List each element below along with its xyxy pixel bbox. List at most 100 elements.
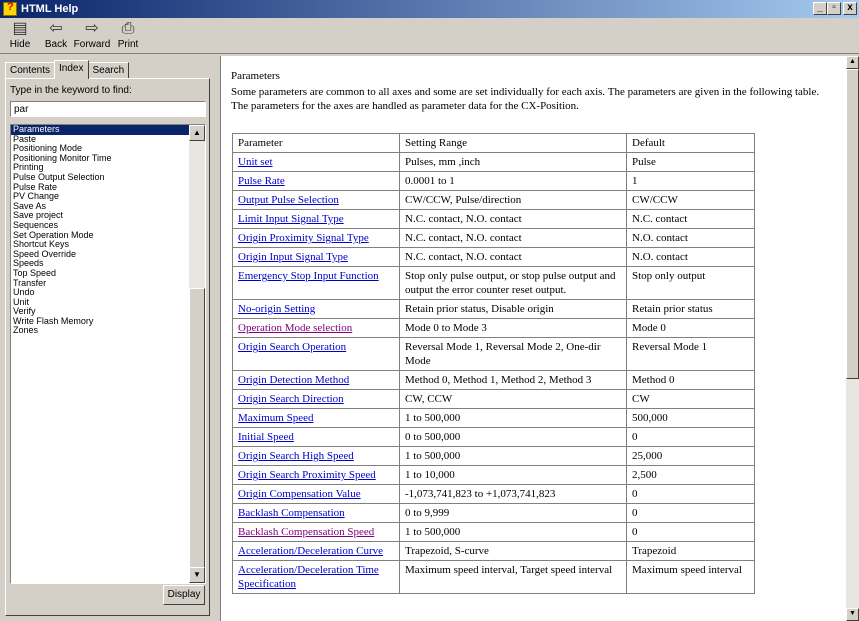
parameter-link[interactable]: Origin Proximity Signal Type xyxy=(238,232,369,244)
parameter-link[interactable]: Limit Input Signal Type xyxy=(238,213,344,225)
close-button[interactable]: x xyxy=(843,2,857,15)
scroll-up-button[interactable]: ▲ xyxy=(189,125,205,141)
maximize-button[interactable]: ▫ xyxy=(827,2,841,15)
table-row: Output Pulse Selection CW/CCW, Pulse/dire… xyxy=(232,190,755,210)
table-row: Maximum Speed 1 to 500,000 500,000 xyxy=(232,408,755,428)
table-row: Origin Search High Speed 1 to 500,000 25,0… xyxy=(232,446,755,466)
tab-index[interactable]: Index xyxy=(54,60,89,79)
parameter-link[interactable]: Initial Speed xyxy=(238,431,294,443)
setting-range-cell: Reversal Mode 1, Reversal Mode 2, One-di… xyxy=(399,337,627,371)
default-cell: CW xyxy=(626,389,755,409)
parameter-link[interactable]: Acceleration/Deceleration Time Specifica… xyxy=(238,564,379,590)
content-scrollbar[interactable]: ▲ ▼ xyxy=(846,56,859,621)
keyword-input[interactable] xyxy=(10,101,206,117)
table-row: Backlash Compensation Speed 1 to 500,000 0 xyxy=(232,522,755,542)
index-list-item[interactable]: Transfer xyxy=(11,278,191,289)
parameter-link[interactable]: Unit set xyxy=(238,156,273,168)
hide-button[interactable]: ▤ Hide xyxy=(2,18,38,52)
setting-range-cell: Maximum speed interval, Target speed int… xyxy=(399,560,627,594)
parameter-cell: Initial Speed xyxy=(232,427,400,447)
table-row: Origin Compensation Value -1,073,741,823 … xyxy=(232,484,755,504)
index-list-item[interactable]: Unit xyxy=(11,297,191,308)
table-row: No-origin Setting Retain prior status, Di… xyxy=(232,299,755,319)
index-list-item[interactable]: Write Flash Memory xyxy=(11,316,191,327)
index-list-item[interactable]: Undo xyxy=(11,287,191,298)
table-row: Initial Speed 0 to 500,000 0 xyxy=(232,427,755,447)
parameter-cell: Origin Proximity Signal Type xyxy=(232,228,400,248)
toolbar: ▤ Hide ⇦ Back ⇨ Forward ⎙ Print xyxy=(0,18,859,54)
parameter-cell: Origin Search Proximity Speed xyxy=(232,465,400,485)
setting-range-cell: 1 to 500,000 xyxy=(399,522,627,542)
table-row: Acceleration/Deceleration Time Specifica… xyxy=(232,560,755,594)
setting-range-cell: 0.0001 to 1 xyxy=(399,171,627,191)
parameter-link[interactable]: Origin Compensation Value xyxy=(238,488,361,500)
parameter-cell: Origin Detection Method xyxy=(232,370,400,390)
parameter-link[interactable]: Emergency Stop Input Function xyxy=(238,270,379,282)
parameter-link[interactable]: Output Pulse Selection xyxy=(238,194,339,206)
parameter-link[interactable]: Origin Search Operation xyxy=(238,341,346,353)
parameter-link[interactable]: Origin Detection Method xyxy=(238,374,349,386)
tab-contents[interactable]: Contents xyxy=(5,62,56,79)
setting-range-cell: N.C. contact, N.O. contact xyxy=(399,209,627,229)
default-cell: Reversal Mode 1 xyxy=(626,337,755,371)
setting-range-cell: Mode 0 to Mode 3 xyxy=(399,318,627,338)
parameter-cell: Backlash Compensation Speed xyxy=(232,522,400,542)
parameter-link[interactable]: Origin Input Signal Type xyxy=(238,251,348,263)
scroll-thumb[interactable] xyxy=(189,288,205,570)
display-button[interactable]: Display xyxy=(163,585,205,605)
table-row: Acceleration/Deceleration Curve Trapezoid… xyxy=(232,541,755,561)
parameter-cell: Backlash Compensation xyxy=(232,503,400,523)
setting-range-cell: Pulses, mm ,inch xyxy=(399,152,627,172)
setting-range-cell: CW/CCW, Pulse/direction xyxy=(399,190,627,210)
parameter-link[interactable]: Origin Search Direction xyxy=(238,393,344,405)
setting-range-cell: 1 to 10,000 xyxy=(399,465,627,485)
content-scroll-up-button[interactable]: ▲ xyxy=(846,56,859,69)
topic-title: Parameters xyxy=(231,70,280,82)
forward-arrow-icon: ⇨ xyxy=(85,20,99,37)
parameter-cell: Origin Compensation Value xyxy=(232,484,400,504)
back-label: Back xyxy=(44,39,68,50)
minimize-button[interactable]: _ xyxy=(813,2,827,15)
back-button[interactable]: ⇦ Back xyxy=(38,18,74,52)
parameter-link[interactable]: No-origin Setting xyxy=(238,303,315,315)
parameter-link[interactable]: Origin Search Proximity Speed xyxy=(238,469,376,481)
parameter-link[interactable]: Backlash Compensation xyxy=(238,507,345,519)
parameter-cell: No-origin Setting xyxy=(232,299,400,319)
default-cell: 2,500 xyxy=(626,465,755,485)
setting-range-cell: 1 to 500,000 xyxy=(399,408,627,428)
index-list-scrollbar[interactable]: ▲ ▼ xyxy=(189,125,205,583)
index-list-item[interactable]: Parameters xyxy=(11,125,191,135)
parameter-cell: Origin Search Operation xyxy=(232,337,400,371)
table-row: Operation Mode selection Mode 0 to Mode 3… xyxy=(232,318,755,338)
index-list-item[interactable]: Zones xyxy=(11,326,191,336)
default-cell: Maximum speed interval xyxy=(626,560,755,594)
content-scroll-thumb[interactable] xyxy=(846,69,859,379)
parameter-table: Parameter Setting Range Default Unit set… xyxy=(232,133,755,594)
setting-range-cell: 0 to 500,000 xyxy=(399,427,627,447)
default-cell: Method 0 xyxy=(626,370,755,390)
scroll-down-button[interactable]: ▼ xyxy=(189,567,205,583)
table-row: Limit Input Signal Type N.C. contact, N.O… xyxy=(232,209,755,229)
parameter-link[interactable]: Acceleration/Deceleration Curve xyxy=(238,545,383,557)
print-button[interactable]: ⎙ Print xyxy=(110,18,146,52)
parameter-link[interactable]: Backlash Compensation Speed xyxy=(238,526,374,538)
index-panel: Type in the keyword to find: ParametersP… xyxy=(5,78,210,616)
parameter-link[interactable]: Pulse Rate xyxy=(238,175,285,187)
content-scroll-down-button[interactable]: ▼ xyxy=(846,608,859,621)
navigation-pane: Contents Index Search Type in the keywor… xyxy=(3,58,212,618)
index-list[interactable]: Parameters Paste Positioning Mode Positioni… xyxy=(10,124,206,584)
default-cell: N.O. contact xyxy=(626,228,755,248)
setting-range-cell: 0 to 9,999 xyxy=(399,503,627,523)
forward-button[interactable]: ⇨ Forward xyxy=(73,18,111,52)
parameter-link[interactable]: Maximum Speed xyxy=(238,412,313,424)
table-row: Origin Input Signal Type N.C. contact, N.… xyxy=(232,247,755,267)
forward-label: Forward xyxy=(73,39,111,50)
parameter-link[interactable]: Origin Search High Speed xyxy=(238,450,354,462)
tab-search[interactable]: Search xyxy=(87,62,130,79)
default-cell: 500,000 xyxy=(626,408,755,428)
parameter-cell: Acceleration/Deceleration Curve xyxy=(232,541,400,561)
default-cell: CW/CCW xyxy=(626,190,755,210)
parameter-link[interactable]: Operation Mode selection xyxy=(238,322,352,334)
topic-content: Parameters Some parameters are common to… xyxy=(220,56,846,621)
parameter-cell: Operation Mode selection xyxy=(232,318,400,338)
